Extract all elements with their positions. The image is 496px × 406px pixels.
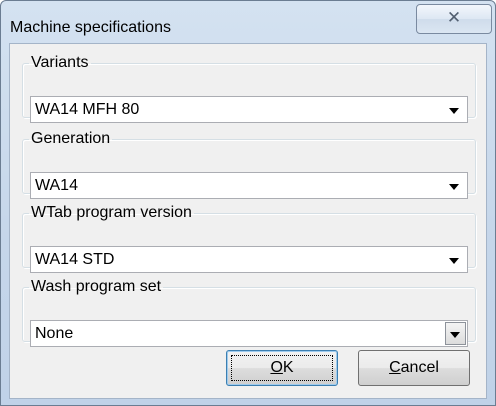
variants-label: Variants bbox=[31, 54, 89, 71]
dialog-client-area: Variants WA14 MFH 80 Generation WA14 WTa… bbox=[9, 43, 487, 399]
close-icon: ✕ bbox=[446, 8, 462, 28]
wtab-program-version-dropdown[interactable]: WA14 STD bbox=[30, 246, 468, 273]
generation-label: Generation bbox=[31, 130, 111, 147]
wash-program-set-label: Wash program set bbox=[31, 278, 162, 295]
dropdown-button[interactable] bbox=[445, 322, 466, 345]
variants-value: WA14 MFH 80 bbox=[35, 101, 140, 118]
generation-dropdown[interactable]: WA14 bbox=[30, 172, 468, 199]
generation-value: WA14 bbox=[35, 177, 78, 194]
ok-button-label: OK bbox=[270, 359, 294, 376]
chevron-down-icon bbox=[449, 258, 459, 264]
wtab-program-version-label: WTab program version bbox=[31, 204, 192, 221]
wash-program-set-dropdown[interactable]: None bbox=[30, 320, 468, 347]
window-title: Machine specifications bbox=[10, 19, 171, 36]
wtab-program-version-group: WTab program version WA14 STD bbox=[22, 204, 476, 273]
wash-program-set-group: Wash program set None bbox=[22, 278, 476, 347]
ok-button[interactable]: OK bbox=[226, 350, 338, 386]
variants-group: Variants WA14 MFH 80 bbox=[22, 54, 476, 123]
chevron-down-icon bbox=[449, 108, 459, 114]
wtab-program-version-value: WA14 STD bbox=[35, 251, 115, 268]
chevron-down-icon bbox=[449, 184, 459, 190]
variants-dropdown[interactable]: WA14 MFH 80 bbox=[30, 96, 468, 123]
cancel-button-label: Cancel bbox=[389, 359, 439, 376]
generation-group: Generation WA14 bbox=[22, 130, 476, 199]
dialog-window: Machine specifications ✕ Variants WA14 M… bbox=[0, 0, 496, 406]
wash-program-set-value: None bbox=[35, 325, 74, 342]
chevron-down-icon bbox=[450, 332, 460, 338]
cancel-button[interactable]: Cancel bbox=[358, 350, 470, 386]
close-button[interactable]: ✕ bbox=[416, 4, 492, 34]
